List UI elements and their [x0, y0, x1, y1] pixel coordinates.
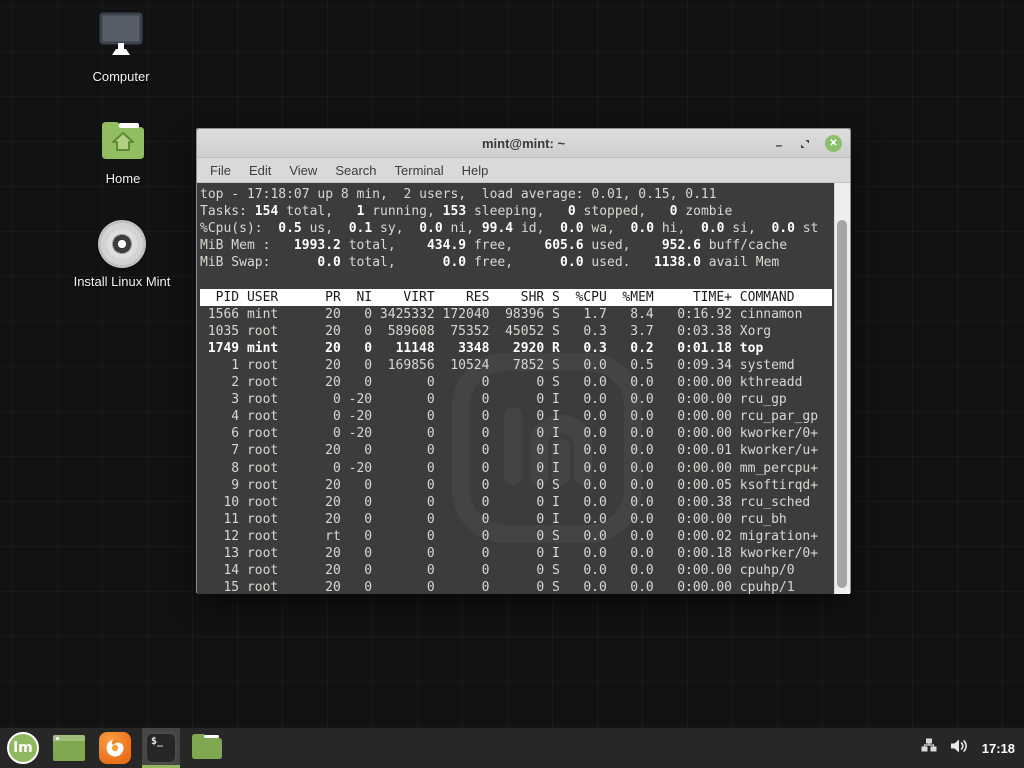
menu-edit[interactable]: Edit — [240, 161, 280, 180]
show-desktop-button[interactable] — [50, 728, 88, 768]
maximize-icon — [799, 138, 811, 150]
desktop-icon-label: Home — [106, 171, 141, 186]
taskbar: lm $_ — [0, 728, 1024, 768]
column-header-cpu: %CPU — [568, 289, 607, 306]
files-launcher[interactable] — [188, 728, 226, 768]
window-titlebar[interactable]: mint@mint: ~ – ✕ — [197, 129, 850, 158]
top-summary-line: %Cpu(s): 0.5 us, 0.1 sy, 0.0 ni, 99.4 id… — [200, 220, 850, 237]
column-header-command: COMMAND — [740, 289, 832, 306]
process-table: 1566mint200342533217204098396S1.78.40:16… — [200, 306, 850, 594]
process-row-1: 1root200169856105247852S0.00.50:09.34sys… — [200, 357, 832, 374]
process-row-11: 11root200000I0.00.00:00.00rcu_bh — [200, 511, 832, 528]
terminal-scrollbar[interactable] — [834, 183, 850, 594]
process-row-12: 12rootrt0000S0.00.00:00.02migration+ — [200, 528, 832, 545]
close-button[interactable]: ✕ — [825, 135, 842, 152]
minimize-button[interactable]: – — [773, 137, 785, 149]
network-icon[interactable] — [921, 738, 937, 758]
column-header-user: USER — [247, 289, 310, 306]
desktop-icon-home[interactable]: Home — [71, 118, 175, 186]
terminal-window: mint@mint: ~ – ✕ FileEditViewSearchTermi… — [196, 128, 851, 593]
desktop-icon-computer[interactable]: Computer — [71, 12, 171, 84]
menu-bar: FileEditViewSearchTerminalHelp — [197, 158, 850, 183]
menu-search[interactable]: Search — [326, 161, 385, 180]
top-summary-line: Tasks: 154 total, 1 running, 153 sleepin… — [200, 203, 850, 220]
computer-icon — [95, 12, 147, 63]
process-row-13: 13root200000I0.00.00:00.18kworker/0+ — [200, 545, 832, 562]
maximize-button[interactable] — [799, 137, 811, 149]
process-row-9: 9root200000S0.00.00:00.05ksoftirqd+ — [200, 477, 832, 494]
home-folder-icon — [99, 118, 147, 165]
process-row-8: 8root0-20000I0.00.00:00.00mm_percpu+ — [200, 460, 832, 477]
firefox-icon — [99, 732, 131, 764]
menu-file[interactable]: File — [201, 161, 240, 180]
process-row-1566: 1566mint200342533217204098396S1.78.40:16… — [200, 306, 832, 323]
menu-terminal[interactable]: Terminal — [386, 161, 453, 180]
column-header-pr: PR — [317, 289, 340, 306]
process-table-header: PID USER PR NI VIRT RES SHR S %CPU %MEM TIME+ COMMA… — [200, 289, 832, 306]
column-header-virt: VIRT — [380, 289, 435, 306]
install-disc-icon — [98, 220, 146, 268]
top-output: top - 17:18:07 up 8 min, 2 users, load a… — [197, 183, 850, 594]
terminal-icon: $_ — [145, 732, 177, 764]
process-row-4: 4root0-20000I0.00.00:00.00rcu_par_gp — [200, 408, 832, 425]
process-row-7: 7root200000I0.00.00:00.01kworker/u+ — [200, 442, 832, 459]
volume-icon[interactable] — [950, 738, 969, 759]
top-summary-line: MiB Swap: 0.0 total, 0.0 free, 0.0 used.… — [200, 254, 850, 271]
close-icon: ✕ — [829, 138, 837, 149]
desktop: Computer Home Install Linux Mint mint@mi… — [0, 0, 1024, 768]
menu-view[interactable]: View — [280, 161, 326, 180]
process-row-15: 15root200000S0.00.00:00.00cpuhp/1 — [200, 579, 832, 594]
firefox-launcher[interactable] — [96, 728, 134, 768]
desktop-icon-install-linux-mint[interactable]: Install Linux Mint — [46, 220, 198, 289]
terminal-content[interactable]: top - 17:18:07 up 8 min, 2 users, load a… — [197, 183, 850, 594]
desktop-icon-label: Computer — [92, 69, 149, 84]
window-title: mint@mint: ~ — [197, 136, 850, 151]
process-row-10: 10root200000I0.00.00:00.38rcu_sched — [200, 494, 832, 511]
scrollbar-thumb[interactable] — [837, 220, 847, 588]
column-header-ni: NI — [349, 289, 372, 306]
column-header-mem: %MEM — [615, 289, 654, 306]
files-folder-icon — [191, 733, 223, 764]
top-summary-line: top - 17:18:07 up 8 min, 2 users, load a… — [200, 186, 850, 203]
process-row-1749: 1749mint2001114833482920R0.30.20:01.18to… — [200, 340, 832, 357]
show-desktop-icon — [53, 735, 85, 761]
mint-menu-icon: lm — [7, 732, 39, 764]
process-row-2: 2root200000S0.00.00:00.00kthreadd — [200, 374, 832, 391]
process-row-3: 3root0-20000I0.00.00:00.00rcu_gp — [200, 391, 832, 408]
top-summary-line: MiB Mem : 1993.2 total, 434.9 free, 605.… — [200, 237, 850, 254]
terminal-task-button[interactable]: $_ — [142, 728, 180, 768]
top-summary: top - 17:18:07 up 8 min, 2 users, load a… — [200, 186, 850, 271]
column-header-time: TIME+ — [662, 289, 732, 306]
column-header-s: S — [552, 289, 560, 306]
column-header-pid: PID — [200, 289, 239, 306]
process-row-1035: 1035root2005896087535245052S0.33.70:03.3… — [200, 323, 832, 340]
clock[interactable]: 17:18 — [982, 741, 1015, 756]
process-row-6: 6root0-20000I0.00.00:00.00kworker/0+ — [200, 425, 832, 442]
column-header-shr: SHR — [497, 289, 544, 306]
menu-help[interactable]: Help — [453, 161, 498, 180]
desktop-icon-label: Install Linux Mint — [74, 274, 171, 289]
column-header-res: RES — [443, 289, 490, 306]
process-row-14: 14root200000S0.00.00:00.00cpuhp/0 — [200, 562, 832, 579]
mint-menu-button[interactable]: lm — [4, 728, 42, 768]
